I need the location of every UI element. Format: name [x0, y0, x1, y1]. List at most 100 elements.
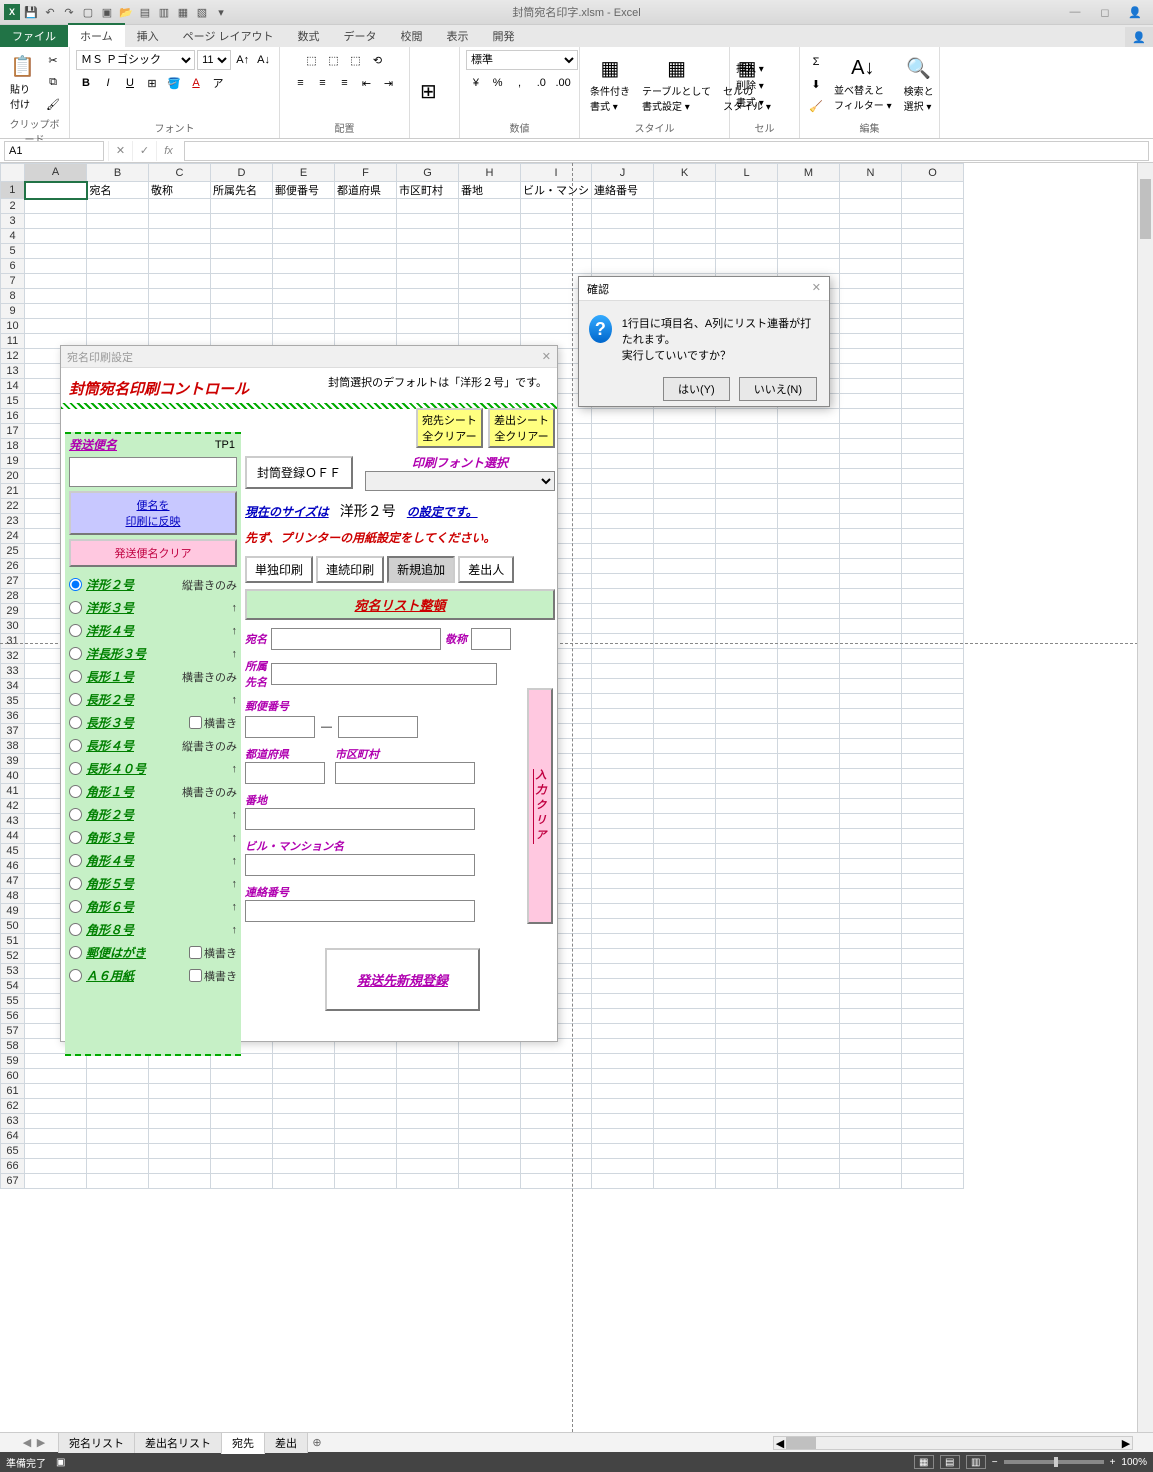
cell[interactable] [840, 544, 902, 559]
col-header[interactable]: M [778, 164, 840, 182]
cell[interactable] [716, 199, 778, 214]
cell[interactable] [840, 769, 902, 784]
cell[interactable] [592, 709, 654, 724]
cell[interactable] [716, 559, 778, 574]
yes-button[interactable]: はい(Y) [663, 377, 730, 401]
cell[interactable] [335, 214, 397, 229]
cell[interactable] [87, 1129, 149, 1144]
cell[interactable] [592, 649, 654, 664]
cell[interactable] [654, 454, 716, 469]
align-left-icon[interactable]: ≡ [291, 73, 311, 93]
envelope-option[interactable]: 洋形４号↑ [65, 619, 241, 642]
minimize-icon[interactable]: — [1061, 3, 1089, 21]
row-header[interactable]: 57 [1, 1024, 25, 1039]
cell[interactable] [778, 664, 840, 679]
cell[interactable] [716, 1024, 778, 1039]
account-icon[interactable]: 👤 [1125, 27, 1153, 47]
cell[interactable] [397, 214, 459, 229]
envelope-radio[interactable] [69, 854, 82, 867]
row-header[interactable]: 24 [1, 529, 25, 544]
cell[interactable] [778, 409, 840, 424]
qat-icon-4[interactable]: ▤ [137, 4, 153, 20]
cell[interactable] [273, 259, 335, 274]
cell[interactable] [716, 589, 778, 604]
cell[interactable] [25, 1159, 87, 1174]
cell[interactable] [778, 724, 840, 739]
cell[interactable] [716, 1129, 778, 1144]
cell[interactable] [716, 694, 778, 709]
cell[interactable] [592, 454, 654, 469]
cell[interactable] [902, 454, 964, 469]
cell[interactable] [902, 724, 964, 739]
cell[interactable] [654, 769, 716, 784]
cell[interactable] [716, 799, 778, 814]
row-header[interactable]: 49 [1, 904, 25, 919]
cell[interactable] [397, 1054, 459, 1069]
confirm-titlebar[interactable]: 確認 ✕ [579, 277, 829, 301]
envelope-radio[interactable] [69, 716, 82, 729]
cell[interactable] [592, 1174, 654, 1189]
row-header[interactable]: 42 [1, 799, 25, 814]
cell[interactable] [840, 814, 902, 829]
row-header[interactable]: 2 [1, 199, 25, 214]
cell[interactable] [840, 182, 902, 199]
clear-shipping-button[interactable]: 発送便名クリア [69, 539, 237, 567]
cell[interactable] [778, 634, 840, 649]
row-header[interactable]: 17 [1, 424, 25, 439]
cell[interactable] [840, 529, 902, 544]
cell[interactable] [654, 559, 716, 574]
cell[interactable] [902, 259, 964, 274]
qat-icon-2[interactable]: ▣ [99, 4, 115, 20]
cell[interactable] [149, 1069, 211, 1084]
cell[interactable] [397, 1144, 459, 1159]
fill-color-icon[interactable]: 🪣 [164, 73, 184, 93]
cond-format-button[interactable]: ▦条件付き 書式 ▾ [586, 54, 634, 115]
row-header[interactable]: 37 [1, 724, 25, 739]
envelope-option[interactable]: 長形４０号↑ [65, 757, 241, 780]
cell[interactable] [654, 754, 716, 769]
cell[interactable] [592, 574, 654, 589]
cell[interactable] [397, 1174, 459, 1189]
cell[interactable] [654, 679, 716, 694]
cell[interactable] [902, 1024, 964, 1039]
orientation-checkbox[interactable] [189, 969, 202, 982]
cell[interactable] [149, 244, 211, 259]
ribbon-tab-formula[interactable]: 数式 [286, 25, 332, 47]
cell[interactable] [592, 409, 654, 424]
cell[interactable] [716, 619, 778, 634]
cell[interactable] [592, 499, 654, 514]
cell[interactable] [716, 979, 778, 994]
horizontal-scrollbar[interactable]: ◀▶ [773, 1436, 1133, 1450]
ribbon-tab-developer[interactable]: 開発 [481, 25, 527, 47]
cell[interactable] [592, 814, 654, 829]
cell[interactable] [211, 1129, 273, 1144]
cell[interactable] [592, 424, 654, 439]
cell[interactable] [902, 829, 964, 844]
align-right-icon[interactable]: ≡ [335, 73, 355, 93]
cell[interactable] [778, 1144, 840, 1159]
cell[interactable] [778, 814, 840, 829]
cell[interactable] [459, 1174, 521, 1189]
cell[interactable] [211, 304, 273, 319]
cell[interactable] [778, 514, 840, 529]
clear-atena-sheet-button[interactable]: 宛先シート 全クリアー [416, 408, 483, 448]
cell[interactable] [902, 709, 964, 724]
no-button[interactable]: いいえ(N) [739, 377, 817, 401]
cell[interactable] [716, 1009, 778, 1024]
cell[interactable] [25, 319, 87, 334]
cell[interactable] [840, 469, 902, 484]
cell[interactable] [654, 949, 716, 964]
cell[interactable] [716, 889, 778, 904]
cell[interactable] [25, 182, 87, 199]
font-select[interactable] [365, 471, 555, 491]
cell[interactable] [840, 694, 902, 709]
cell[interactable] [592, 694, 654, 709]
cell[interactable] [902, 514, 964, 529]
cell[interactable] [778, 499, 840, 514]
qat-icon-5[interactable]: ▥ [156, 4, 172, 20]
cell[interactable] [840, 589, 902, 604]
cell[interactable] [654, 904, 716, 919]
cell[interactable] [778, 1039, 840, 1054]
confirm-close-icon[interactable]: ✕ [812, 281, 821, 296]
cell[interactable] [25, 1129, 87, 1144]
